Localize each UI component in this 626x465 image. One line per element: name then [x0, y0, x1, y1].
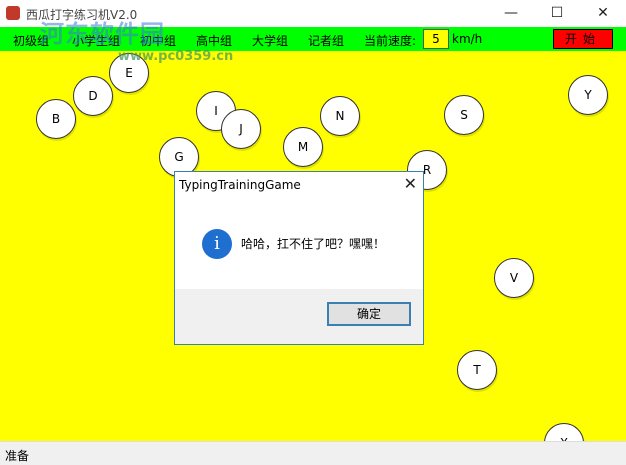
dialog-footer: 确定: [175, 289, 423, 344]
menu-reporter[interactable]: 记者组: [308, 32, 344, 49]
letter-ball: N: [320, 96, 360, 136]
status-bar: 准备: [0, 441, 626, 465]
letter-ball: X: [544, 423, 584, 441]
menu-primary-school[interactable]: 小学生组: [72, 32, 120, 49]
speed-label: 当前速度:: [364, 34, 417, 48]
status-text: 准备: [5, 449, 30, 463]
letter-ball: Y: [568, 75, 608, 115]
message-dialog: TypingTrainingGame ✕ i 哈哈，扛不住了吧？嘿嘿！ 确定: [174, 171, 424, 345]
dialog-message: 哈哈，扛不住了吧？嘿嘿！: [241, 237, 386, 251]
letter-ball: B: [36, 99, 76, 139]
app-icon: [6, 6, 20, 20]
speed-value: 5: [423, 29, 449, 49]
letter-ball: M: [283, 127, 323, 167]
menu-university[interactable]: 大学组: [252, 32, 288, 49]
title-bar: 西瓜打字练习机V2.0 — ☐ ✕: [0, 0, 626, 27]
speed-unit: km/h: [452, 32, 483, 46]
letter-ball: S: [444, 95, 484, 135]
maximize-button[interactable]: ☐: [534, 0, 580, 27]
menu-senior-high[interactable]: 高中组: [196, 32, 232, 49]
letter-ball: J: [221, 109, 261, 149]
letter-ball: V: [494, 258, 534, 298]
letter-ball: T: [457, 350, 497, 390]
dialog-close-icon[interactable]: ✕: [404, 174, 417, 193]
start-button[interactable]: 开始: [553, 29, 613, 49]
menu-bar: 初级组 小学生组 初中组 高中组 大学组 记者组 当前速度: 5 km/h 开始: [0, 27, 626, 51]
menu-junior-high[interactable]: 初中组: [140, 32, 176, 49]
window-title: 西瓜打字练习机V2.0: [26, 8, 138, 22]
letter-ball: D: [73, 76, 113, 116]
dialog-title: TypingTrainingGame: [179, 178, 301, 192]
ok-button[interactable]: 确定: [327, 302, 411, 326]
minimize-button[interactable]: —: [488, 0, 534, 27]
menu-beginner[interactable]: 初级组: [13, 32, 49, 49]
letter-ball: E: [109, 53, 149, 93]
info-icon: i: [202, 229, 232, 259]
close-button[interactable]: ✕: [580, 0, 626, 27]
